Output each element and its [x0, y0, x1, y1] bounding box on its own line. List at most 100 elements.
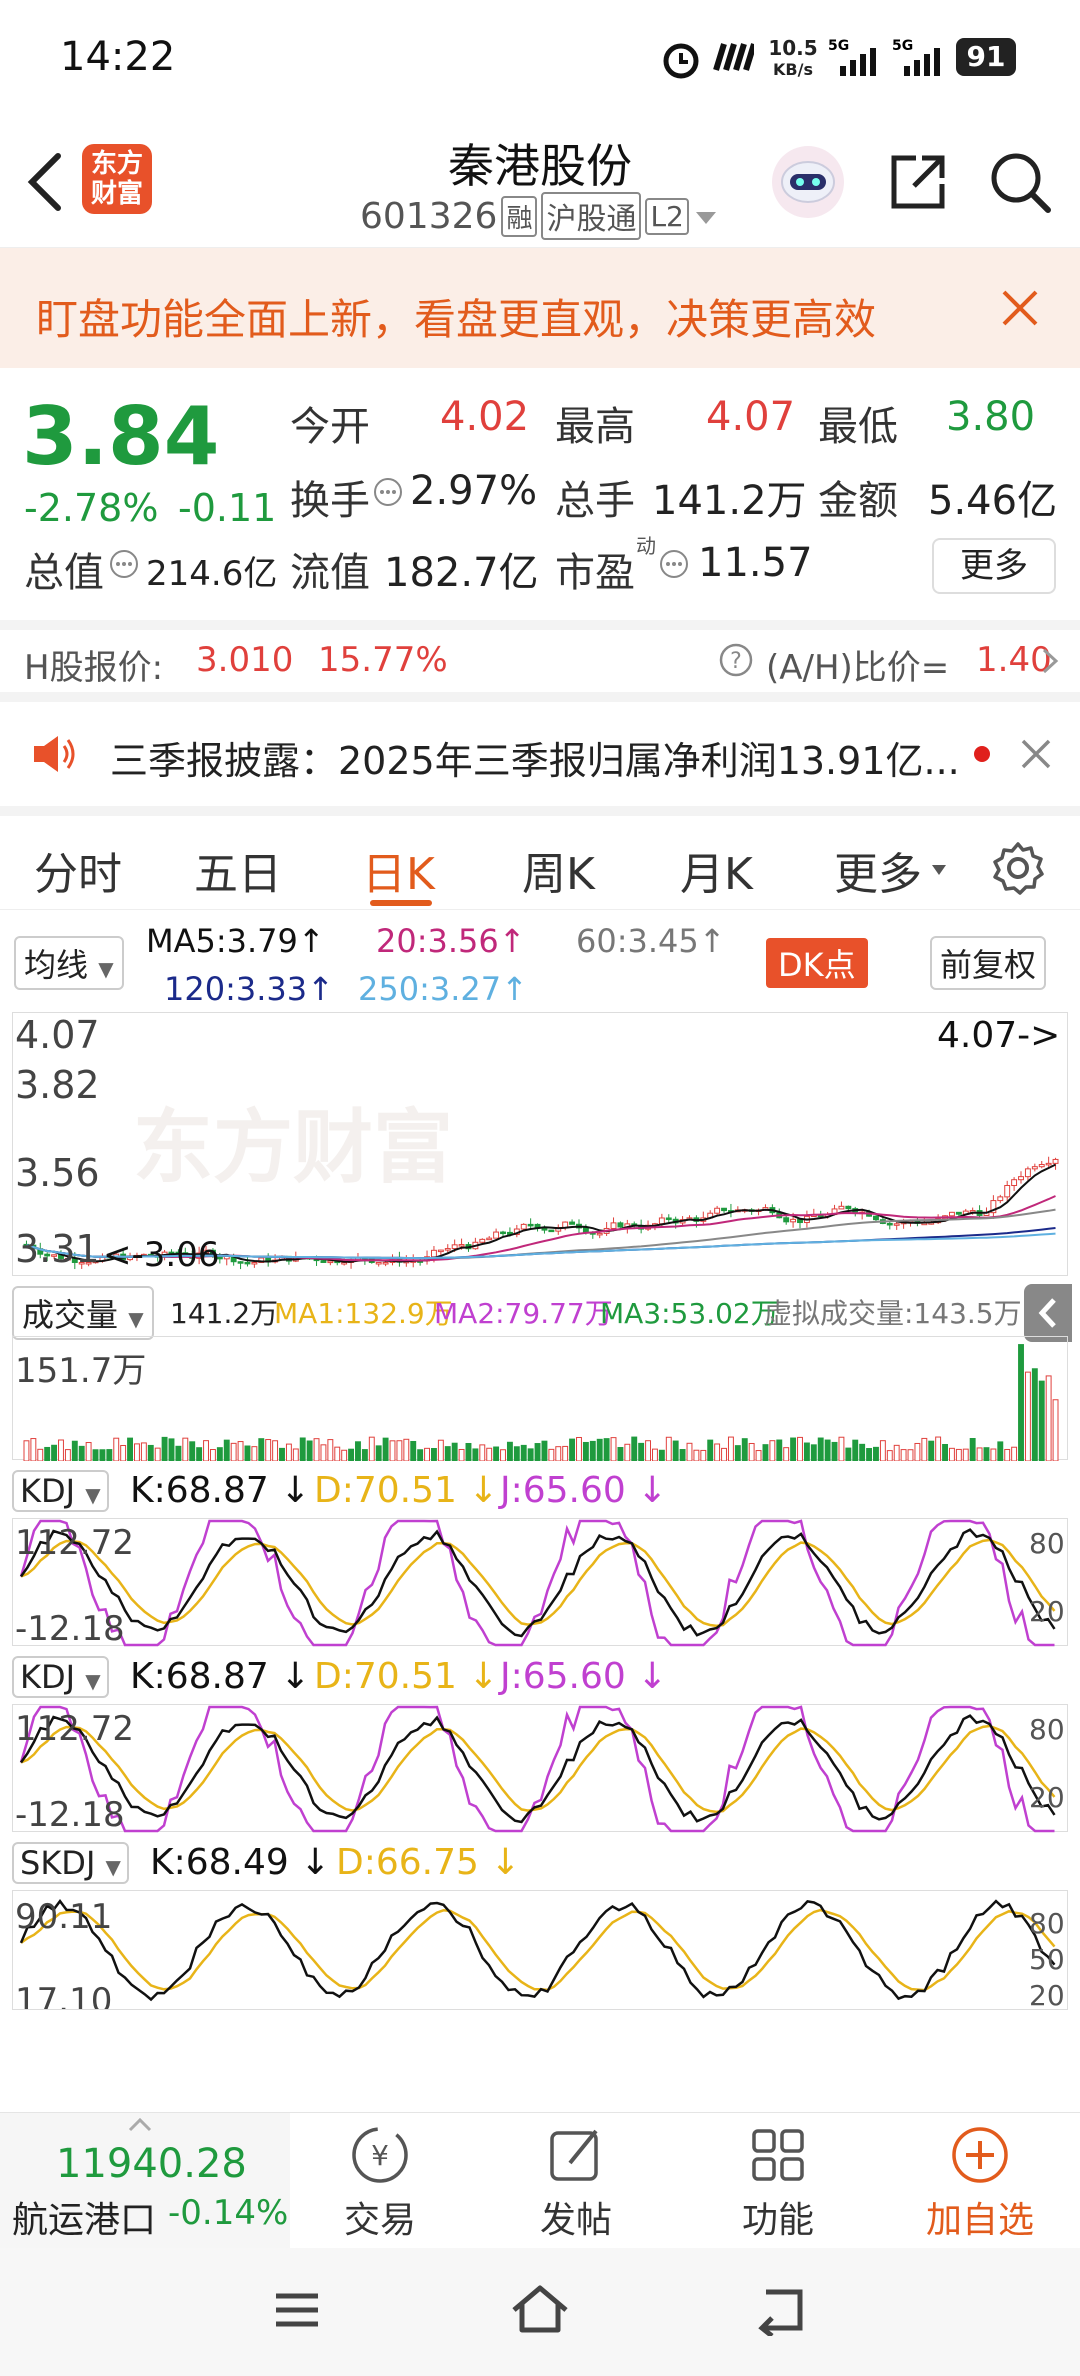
volume-bar: [472, 1448, 479, 1461]
news-text: 三季报披露：2025年三季报归属净利润13.91亿...: [110, 739, 960, 783]
candle-body: [527, 1223, 534, 1227]
kdj2-panel[interactable]: 112.72 -12.18 80 20: [12, 1704, 1068, 1835]
volume-bar: [914, 1442, 921, 1461]
kdj2-y-bottom: -12.18: [15, 1795, 125, 1835]
volume-bar: [410, 1440, 417, 1461]
bottom-toolbar: 11940.28 航运港口 -0.14% ¥ 交易 发帖 功能 加自选: [0, 2112, 1080, 2249]
net-speed-value: 10.5: [768, 36, 818, 60]
volume-selector[interactable]: 成交量 ▼: [12, 1286, 154, 1340]
candle-body: [596, 1232, 603, 1236]
candle-body: [783, 1217, 790, 1223]
kdj2-j-text: J:65.60: [500, 1656, 626, 1697]
volume-bar: [327, 1439, 334, 1461]
svg-text:?: ?: [730, 649, 742, 674]
trade-button[interactable]: ¥ 交易: [320, 2123, 440, 2243]
volume-bar: [631, 1436, 638, 1461]
edit-post-icon: [544, 2129, 608, 2191]
volume-bar: [1024, 1371, 1031, 1461]
volume-bar: [817, 1437, 824, 1461]
tab-rik[interactable]: 日K: [362, 838, 435, 902]
candle-body: [375, 1261, 382, 1265]
volume-bar: [430, 1448, 437, 1461]
kdj1-selector[interactable]: KDJ ▼: [12, 1470, 109, 1512]
volume-bar: [403, 1438, 410, 1461]
price-adjust-button[interactable]: 前复权: [930, 936, 1047, 990]
y-label-top: 4.07: [15, 1013, 100, 1057]
promo-banner[interactable]: 盯盘功能全面上新，看盘更直观，决策更高效: [0, 248, 1080, 368]
volume-bar: [1018, 1344, 1024, 1461]
function-button[interactable]: 功能: [718, 2123, 838, 2243]
ma20-value: 20:3.56↑: [376, 922, 526, 960]
low-label: 最低: [818, 404, 898, 450]
candle-body: [1052, 1158, 1059, 1164]
close-news-icon[interactable]: [1020, 738, 1052, 774]
collapse-panel-button[interactable]: [1024, 1284, 1072, 1342]
h-share-row[interactable]: H股报价: 3.010 15.77% ? (A/H)比价= 1.40: [0, 620, 1080, 702]
volume-panel[interactable]: 151.7万: [12, 1336, 1068, 1461]
volume-bar: [838, 1436, 845, 1461]
info-icon[interactable]: [658, 548, 690, 584]
volume-bar: [955, 1448, 962, 1461]
tab-zhouk[interactable]: 周K: [522, 838, 595, 902]
vol-value: 141.2万: [170, 1297, 279, 1330]
volume-bar: [348, 1448, 355, 1461]
volume-bar: [969, 1438, 976, 1461]
volume-bar: [78, 1445, 85, 1461]
chevron-up-icon: [128, 2117, 152, 2136]
kdj1-selector-label: KDJ: [20, 1472, 76, 1510]
close-banner-icon[interactable]: [1000, 288, 1040, 332]
tab-fenshi[interactable]: 分时: [34, 838, 122, 902]
tab-more[interactable]: 更多: [834, 838, 922, 902]
search-icon[interactable]: [986, 148, 1054, 220]
kdj1-panel[interactable]: 112.72 -12.18 80 20: [12, 1518, 1068, 1649]
skdj-panel[interactable]: 90.11 17.10 80 50 20: [12, 1890, 1068, 2010]
volume-bar: [417, 1449, 424, 1461]
sector-index-widget[interactable]: 11940.28 航运港口 -0.14%: [0, 2113, 290, 2249]
robot-assistant-icon[interactable]: [768, 142, 848, 226]
kline-chart-area: 均线 ▼ MA5:3.79↑ 20:3.56↑ 60:3.45↑ 120:3.3…: [0, 910, 1080, 2110]
volume-bar: [161, 1436, 168, 1461]
speaker-icon: [30, 732, 78, 780]
stock-code-row[interactable]: 601326 融 沪股通 L2: [360, 192, 719, 240]
kdj1-right-bottom: 20: [1029, 1595, 1065, 1628]
kdj1-y-top: 112.72: [15, 1523, 134, 1563]
volume-bar: [465, 1442, 472, 1461]
volume-bar: [216, 1447, 223, 1461]
volume-bar: [907, 1449, 914, 1461]
help-icon[interactable]: ?: [718, 642, 754, 682]
candle-body: [1031, 1166, 1038, 1170]
vol-y-label: 151.7万: [15, 1351, 147, 1391]
home-icon[interactable]: [510, 2282, 570, 2340]
kdj1-lines: [19, 1519, 1056, 1647]
svg-text:¥: ¥: [371, 2139, 389, 2172]
volume-bar: [873, 1446, 879, 1461]
settings-gear-icon[interactable]: [990, 840, 1046, 900]
dk-point-button[interactable]: DK点: [766, 938, 868, 988]
volume-bar: [1011, 1446, 1018, 1461]
post-button[interactable]: 发帖: [516, 2123, 636, 2243]
news-ticker[interactable]: 三季报披露：2025年三季报归属净利润13.91亿...: [0, 702, 1080, 806]
skdj-selector[interactable]: SKDJ ▼: [12, 1842, 129, 1884]
kline-panel[interactable]: 东方财富 4.07 3.82 3.56 3.31 4.07-> <-3.06: [12, 1012, 1068, 1276]
share-icon[interactable]: [886, 150, 950, 218]
system-nav-bar: [0, 2248, 1080, 2376]
menu-icon[interactable]: [272, 2288, 322, 2336]
kdj2-y-top: 112.72: [15, 1709, 134, 1749]
tab-wuri[interactable]: 五日: [194, 838, 282, 902]
info-icon[interactable]: [372, 476, 404, 512]
stock-header: 东方 财富 秦港股份 601326 融 沪股通 L2: [0, 120, 1080, 248]
back-nav-icon[interactable]: [752, 2286, 808, 2340]
tab-yuek[interactable]: 月K: [680, 838, 753, 902]
more-button[interactable]: 更多: [932, 538, 1056, 594]
ma5-value: MA5:3.79↑: [146, 922, 325, 960]
volume-selector-label: 成交量: [22, 1296, 119, 1334]
add-watchlist-button[interactable]: 加自选: [910, 2123, 1050, 2243]
candle-body: [444, 1248, 451, 1251]
volume-bar: [279, 1447, 285, 1461]
kdj2-selector[interactable]: KDJ ▼: [12, 1656, 109, 1698]
candle-body: [948, 1211, 955, 1217]
info-icon[interactable]: [108, 548, 140, 584]
volume-bar: [375, 1445, 382, 1461]
ma-selector[interactable]: 均线 ▼: [14, 936, 124, 990]
net-speed-unit: KB/s: [773, 60, 813, 79]
